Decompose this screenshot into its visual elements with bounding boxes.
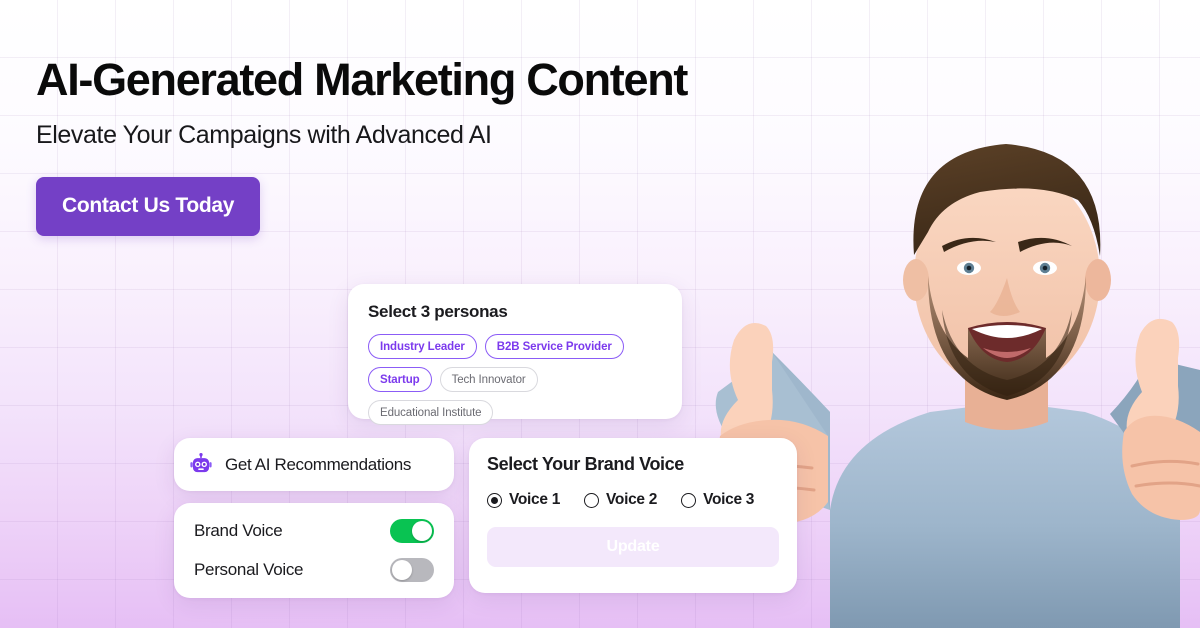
toggle-label: Brand Voice	[194, 521, 283, 540]
radio-circle-icon	[681, 492, 697, 508]
persona-chip[interactable]: Industry Leader	[368, 334, 477, 359]
radio-label: Voice 1	[509, 491, 561, 508]
radio-label: Voice 3	[703, 491, 755, 508]
personas-title: Select 3 personas	[368, 302, 508, 321]
toggle-knob	[392, 560, 412, 580]
robot-icon	[190, 452, 212, 472]
radio-circle-icon	[584, 492, 600, 508]
radio-voice-1[interactable]: Voice 1	[487, 491, 560, 509]
page-title: AI-Generated Marketing Content	[36, 54, 688, 105]
hero-section: AI-Generated Marketing Content Elevate Y…	[36, 54, 796, 236]
persona-chip[interactable]: B2B Service Provider	[484, 334, 624, 359]
persona-chip[interactable]: Educational Institute	[368, 400, 494, 425]
brand-voice-card: Select Your Brand Voice Voice 1 Voice 2 …	[469, 438, 797, 593]
toggle-row-personal-voice: Personal Voice	[194, 555, 434, 585]
toggle-knob	[412, 521, 432, 541]
personas-card: Select 3 personas Industry Leader B2B Se…	[348, 284, 682, 425]
radio-voice-2[interactable]: Voice 2	[584, 491, 657, 509]
brand-voice-toggle[interactable]	[390, 519, 434, 543]
radio-label: Voice 2	[606, 491, 658, 508]
get-ai-recommendations-label: Get AI Recommendations	[225, 454, 412, 474]
persona-chip-list: Industry Leader B2B Service Provider Sta…	[368, 334, 662, 425]
brand-voice-title: Select Your Brand Voice	[487, 454, 684, 474]
toggle-row-brand-voice: Brand Voice	[194, 516, 434, 546]
get-ai-recommendations-button[interactable]: Get AI Recommendations	[174, 438, 454, 491]
contact-us-button[interactable]: Contact Us Today	[36, 176, 261, 236]
page-subtitle: Elevate Your Campaigns with Advanced AI	[36, 120, 492, 149]
radio-circle-icon	[487, 492, 502, 508]
radio-voice-3[interactable]: Voice 3	[681, 491, 754, 509]
personal-voice-toggle[interactable]	[390, 558, 434, 582]
brand-voice-radio-group: Voice 1 Voice 2 Voice 3	[487, 491, 779, 509]
marketing-banner: AI-Generated Marketing Content Elevate Y…	[0, 0, 1200, 628]
persona-chip[interactable]: Tech Innovator	[439, 367, 538, 392]
update-button[interactable]: Update	[487, 527, 779, 567]
toggle-label: Personal Voice	[194, 560, 304, 579]
voice-toggles-card: Brand Voice Personal Voice	[174, 503, 454, 598]
persona-chip[interactable]: Startup	[368, 367, 432, 392]
